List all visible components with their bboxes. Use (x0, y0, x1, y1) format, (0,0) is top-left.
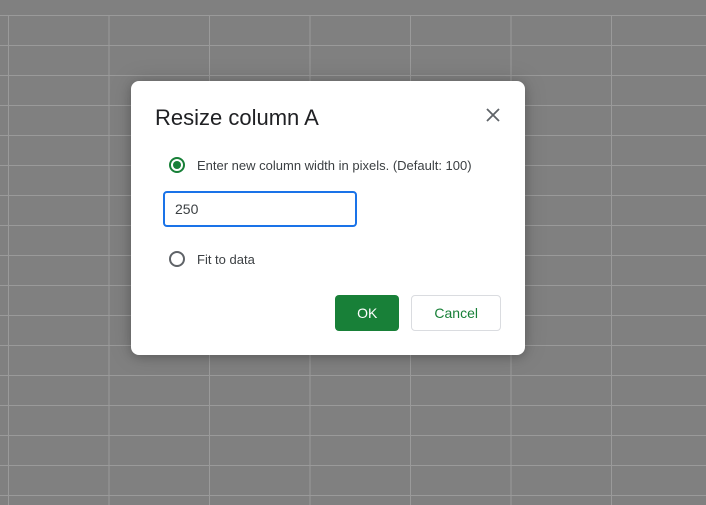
option-enter-width[interactable]: Enter new column width in pixels. (Defau… (155, 153, 501, 177)
close-icon (486, 108, 500, 122)
resize-column-dialog: Resize column A Enter new column width i… (131, 81, 525, 355)
dialog-title: Resize column A (155, 105, 319, 131)
option-fit-label: Fit to data (197, 252, 255, 267)
close-button[interactable] (481, 103, 505, 127)
ok-button[interactable]: OK (335, 295, 399, 331)
option-enter-width-label: Enter new column width in pixels. (Defau… (197, 158, 472, 173)
radio-fit-to-data[interactable] (169, 251, 185, 267)
radio-enter-width[interactable] (169, 157, 185, 173)
cancel-button[interactable]: Cancel (411, 295, 501, 331)
option-fit-to-data[interactable]: Fit to data (155, 247, 501, 271)
column-width-input[interactable] (163, 191, 357, 227)
